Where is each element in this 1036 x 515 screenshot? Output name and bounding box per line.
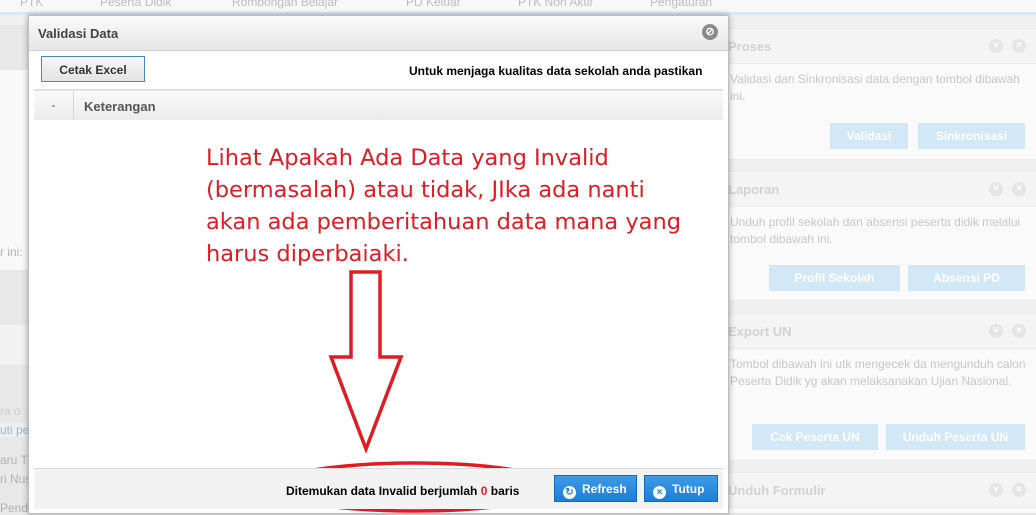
invalid-message-prefix: Ditemukan data Invalid berjumlah	[286, 484, 478, 498]
dialog-toolbar: Cetak Excel Untuk menjaga kualitas data …	[34, 51, 723, 90]
column-header-keterangan[interactable]: Keterangan	[84, 99, 156, 114]
toolbar-message: Untuk menjaga kualitas data sekolah anda…	[409, 64, 703, 78]
column-header-index[interactable]: -	[34, 91, 74, 120]
invalid-count-message: Ditemukan data Invalid berjumlah 0 baris	[286, 484, 519, 498]
refresh-icon: ↻	[563, 486, 576, 499]
refresh-label: Refresh	[582, 482, 627, 496]
invalid-message-suffix: baris	[490, 484, 520, 498]
tutup-label: Tutup	[672, 482, 705, 496]
dialog-header: Validasi Data ⊘	[29, 16, 728, 51]
validasi-dialog: Validasi Data ⊘ Cetak Excel Untuk menjag…	[28, 15, 729, 514]
grid-header: - Keterangan	[34, 90, 723, 121]
dialog-footer: Ditemukan data Invalid berjumlah 0 baris…	[34, 468, 723, 509]
refresh-button[interactable]: ↻ Refresh	[554, 475, 637, 502]
tutup-button[interactable]: × Tutup	[644, 475, 718, 502]
annotation-text: Lihat Apakah Ada Data yang Invalid (berm…	[206, 145, 682, 267]
close-circle-icon: ×	[653, 486, 666, 499]
cetak-excel-button[interactable]: Cetak Excel	[41, 56, 145, 82]
dialog-title: Validasi Data	[38, 26, 119, 41]
close-icon[interactable]: ⊘	[702, 24, 718, 40]
invalid-count: 0	[480, 484, 488, 498]
